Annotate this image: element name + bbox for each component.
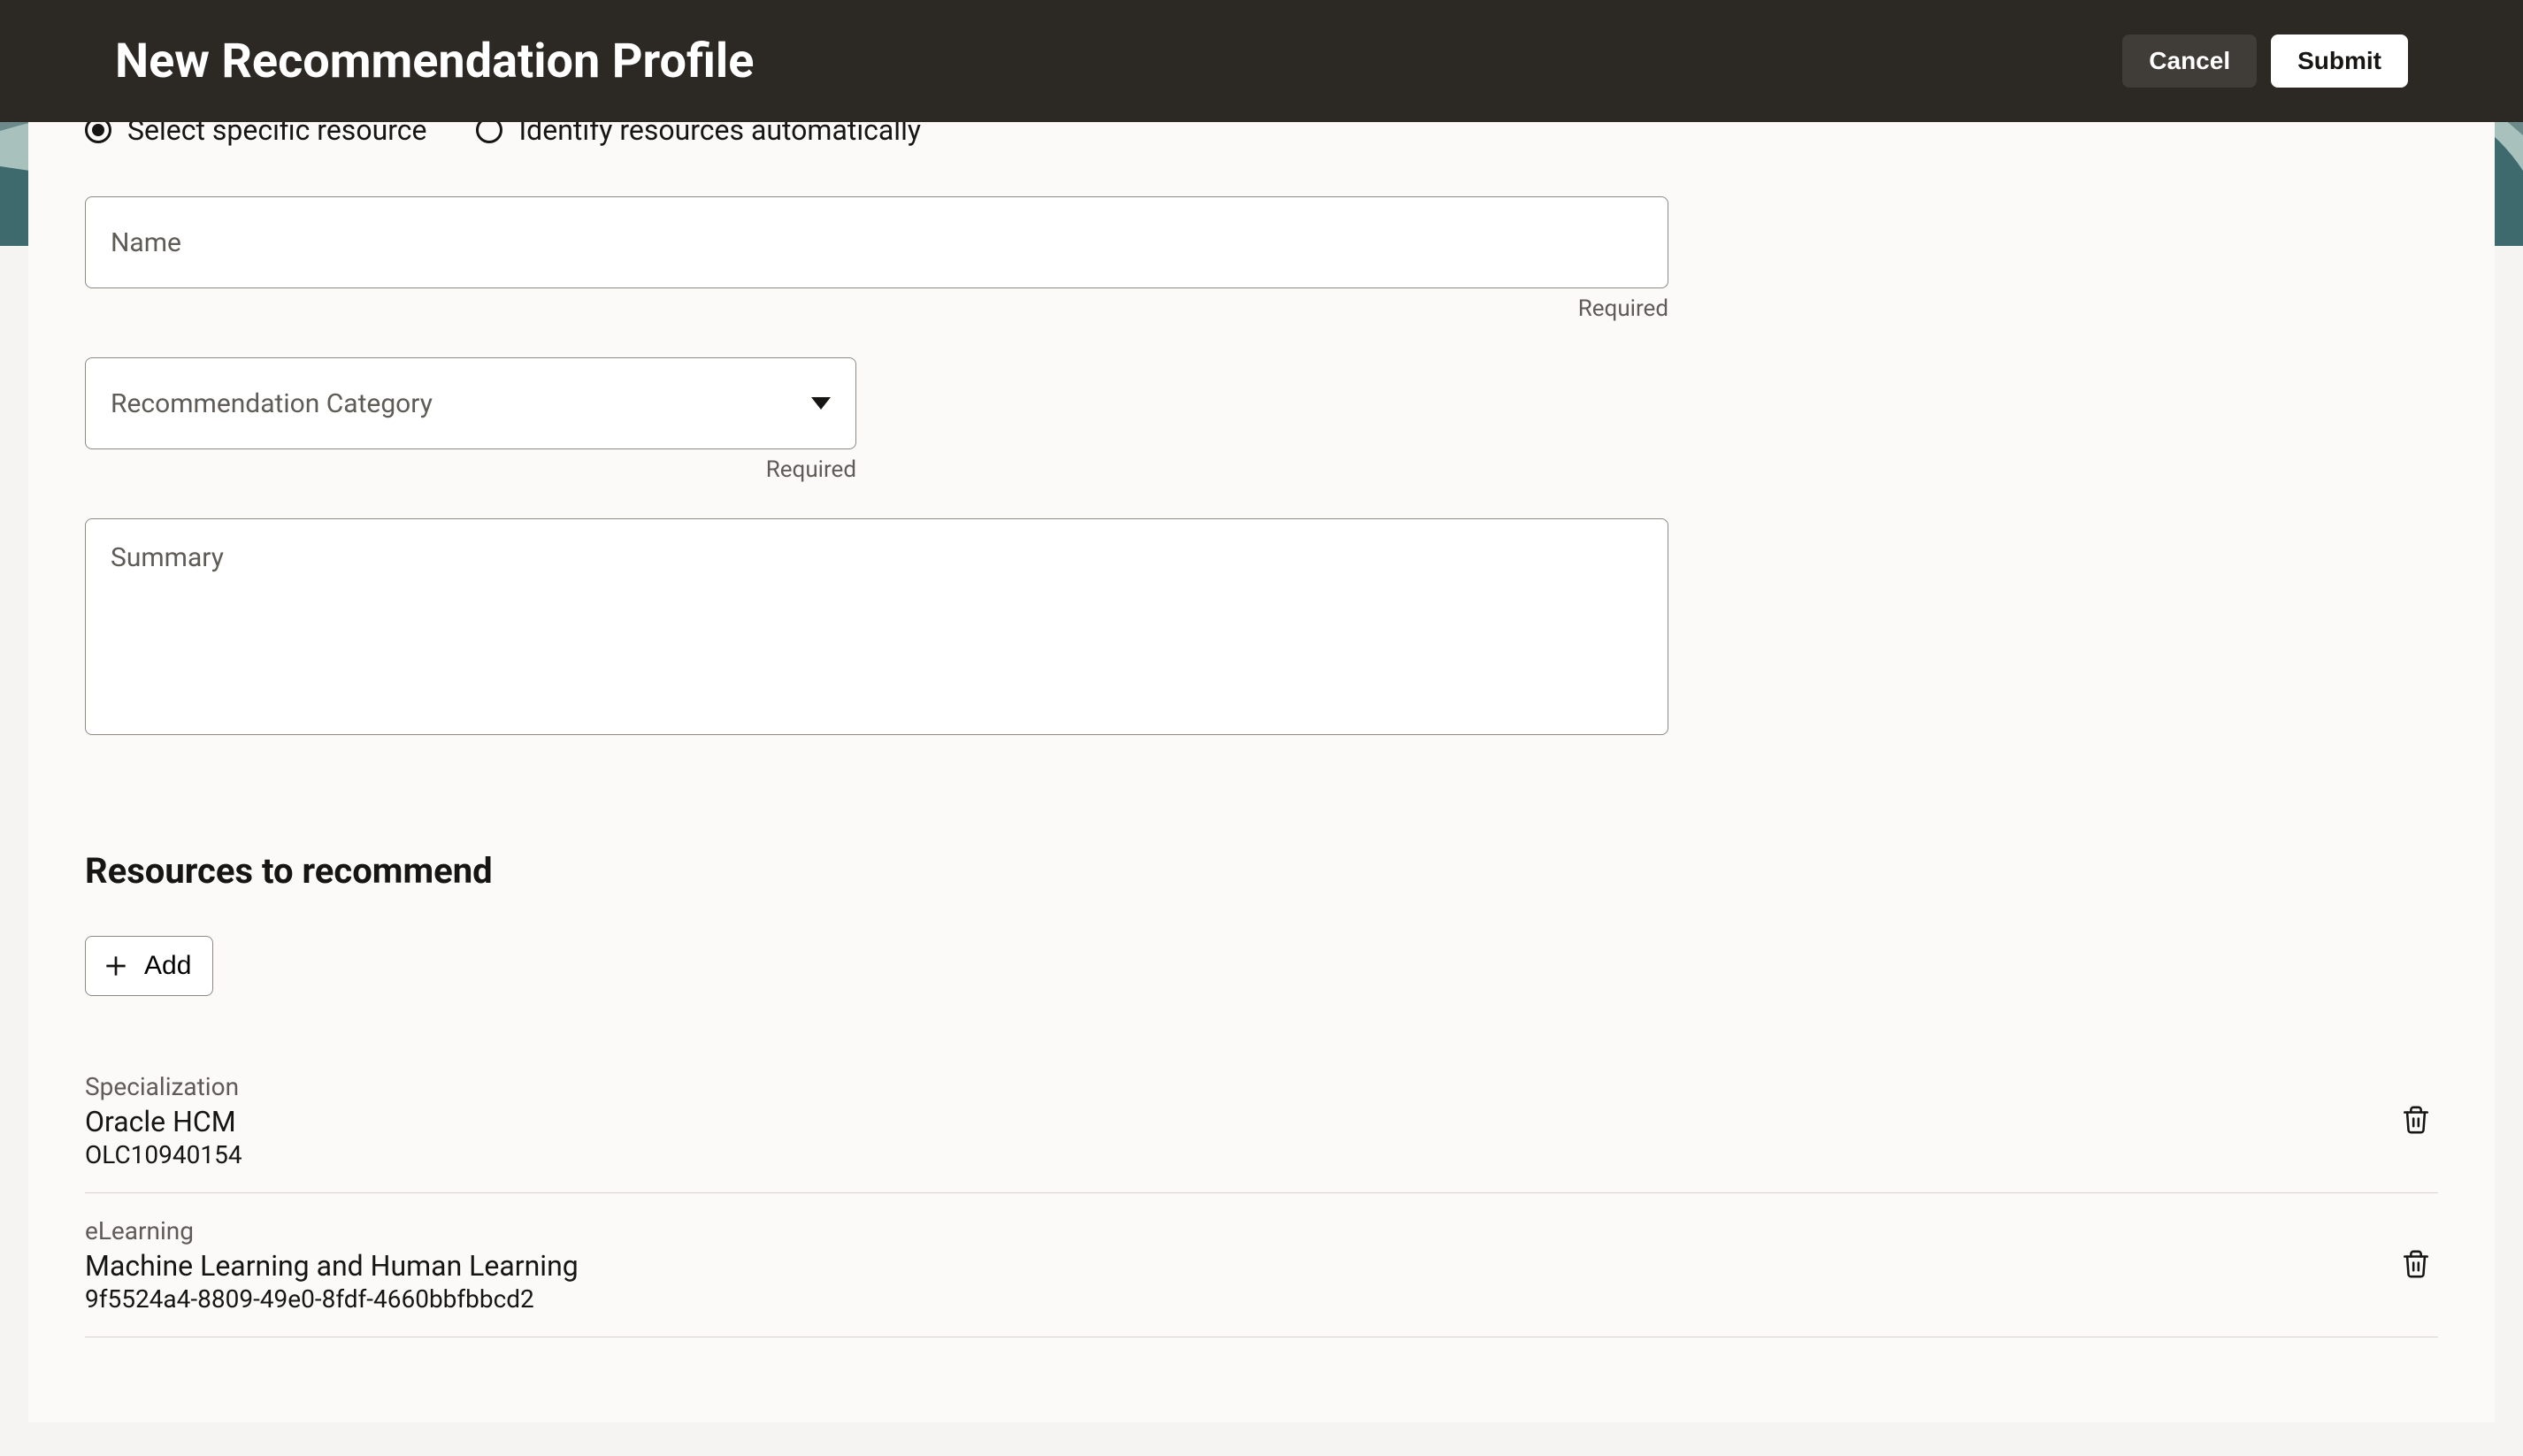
- chevron-down-icon: [811, 397, 831, 410]
- resource-title: Machine Learning and Human Learning: [85, 1249, 579, 1283]
- resource-type: eLearning: [85, 1216, 579, 1245]
- summary-placeholder: Summary: [111, 542, 224, 573]
- category-select[interactable]: Recommendation Category: [85, 357, 856, 449]
- category-required-hint: Required: [766, 456, 856, 483]
- plus-icon: [102, 952, 130, 980]
- name-input[interactable]: Name: [85, 196, 1668, 288]
- page-title: New Recommendation Profile: [115, 34, 754, 89]
- trash-icon: [2401, 1249, 2431, 1279]
- resource-row: eLearning Machine Learning and Human Lea…: [85, 1193, 2438, 1337]
- add-label: Add: [144, 951, 191, 981]
- header-actions: Cancel Submit: [2122, 34, 2408, 88]
- delete-resource-button[interactable]: [2394, 1242, 2438, 1289]
- resource-code: OLC10940154: [85, 1140, 242, 1169]
- resource-title: Oracle HCM: [85, 1105, 242, 1138]
- delete-resource-button[interactable]: [2394, 1098, 2438, 1145]
- summary-textarea[interactable]: Summary: [85, 518, 1668, 735]
- resources-heading: Resources to recommend: [85, 850, 2438, 892]
- summary-field-wrap: Summary: [85, 518, 2438, 735]
- resource-row: Specialization Oracle HCM OLC10940154: [85, 1049, 2438, 1193]
- name-field-wrap: Name Required: [85, 196, 2438, 322]
- trash-icon: [2401, 1105, 2431, 1135]
- submit-button[interactable]: Submit: [2271, 34, 2408, 88]
- name-placeholder: Name: [111, 227, 181, 258]
- name-required-hint: Required: [1578, 295, 1668, 322]
- category-placeholder: Recommendation Category: [111, 388, 433, 419]
- resource-list: Specialization Oracle HCM OLC10940154 eL…: [28, 1049, 2495, 1337]
- form-panel: Select specific resource Identify resour…: [28, 42, 2495, 1422]
- page-header: New Recommendation Profile Cancel Submit: [0, 0, 2523, 122]
- cancel-button[interactable]: Cancel: [2122, 34, 2257, 88]
- resource-type: Specialization: [85, 1072, 242, 1101]
- category-field-wrap: Recommendation Category Required: [85, 357, 2438, 483]
- add-resource-button[interactable]: Add: [85, 936, 213, 996]
- resource-code: 9f5524a4-8809-49e0-8fdf-4660bbfbbcd2: [85, 1284, 579, 1314]
